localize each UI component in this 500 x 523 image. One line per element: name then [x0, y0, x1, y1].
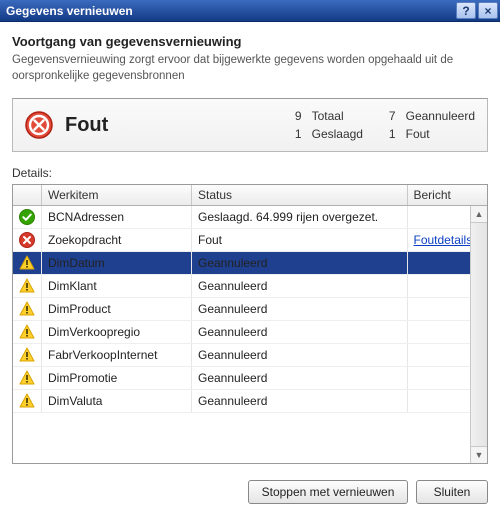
col-message-header[interactable]: Bericht — [407, 185, 487, 206]
scroll-up-arrow[interactable]: ▲ — [471, 206, 487, 223]
stop-refresh-button[interactable]: Stoppen met vernieuwen — [248, 480, 408, 504]
warning-icon — [13, 344, 42, 367]
vertical-scrollbar[interactable]: ▲ ▼ — [470, 206, 487, 463]
details-table: Werkitem Status Bericht BCNAdressenGesla… — [13, 185, 487, 413]
workitem-cell: DimProduct — [42, 298, 192, 321]
workitem-cell: DimPromotie — [42, 367, 192, 390]
table-row[interactable]: DimKlantGeannuleerd — [13, 275, 487, 298]
stat-total-n: 9 — [288, 109, 302, 123]
error-icon — [25, 111, 53, 139]
col-status-header[interactable]: Status — [192, 185, 408, 206]
status-cell: Geslaagd. 64.999 rijen overgezet. — [192, 206, 408, 229]
table-row[interactable]: DimDatumGeannuleerd — [13, 252, 487, 275]
stat-error-label: Fout — [406, 127, 475, 141]
table-row[interactable]: ZoekopdrachtFout Foutdetails — [13, 229, 487, 252]
warning-icon — [13, 275, 42, 298]
stat-cancelled-n: 7 — [382, 109, 396, 123]
summary-status-label: Fout — [65, 114, 108, 137]
workitem-cell: DimDatum — [42, 252, 192, 275]
stat-cancelled-label: Geannuleerd — [406, 109, 475, 123]
details-label: Details: — [12, 166, 488, 180]
status-cell: Geannuleerd — [192, 367, 408, 390]
help-button[interactable]: ? — [456, 2, 476, 19]
workitem-cell: FabrVerkoopInternet — [42, 344, 192, 367]
table-row[interactable]: DimPromotieGeannuleerd — [13, 367, 487, 390]
progress-heading: Voortgang van gegevensvernieuwing — [12, 34, 488, 49]
warning-icon — [13, 367, 42, 390]
status-cell: Fout — [192, 229, 408, 252]
status-cell: Geannuleerd — [192, 275, 408, 298]
dialog-body: Voortgang van gegevensvernieuwing Gegeve… — [0, 22, 500, 516]
table-row[interactable]: DimProductGeannuleerd — [13, 298, 487, 321]
stat-error-n: 1 — [382, 127, 396, 141]
summary-panel: Fout 9 Totaal 7 Geannuleerd 1 Geslaagd 1… — [12, 98, 488, 152]
error-icon — [13, 229, 42, 252]
header-row: Werkitem Status Bericht — [13, 185, 487, 206]
table-row[interactable]: BCNAdressenGeslaagd. 64.999 rijen overge… — [13, 206, 487, 229]
summary-stats: 9 Totaal 7 Geannuleerd 1 Geslaagd 1 Fout — [288, 109, 475, 141]
close-dialog-button[interactable]: Sluiten — [416, 480, 488, 504]
stat-success-n: 1 — [288, 127, 302, 141]
status-cell: Geannuleerd — [192, 252, 408, 275]
table-row[interactable]: DimVerkoopregioGeannuleerd — [13, 321, 487, 344]
warning-icon — [13, 252, 42, 275]
table-row[interactable]: FabrVerkoopInternetGeannuleerd — [13, 344, 487, 367]
title-bar: Gegevens vernieuwen ? × — [0, 0, 500, 22]
warning-icon — [13, 390, 42, 413]
table-row[interactable]: DimValutaGeannuleerd — [13, 390, 487, 413]
col-icon-header[interactable] — [13, 185, 42, 206]
stat-success-label: Geslaagd — [312, 127, 372, 141]
error-details-link[interactable]: Foutdetails — [414, 233, 473, 247]
status-cell: Geannuleerd — [192, 321, 408, 344]
dialog-buttons: Stoppen met vernieuwen Sluiten — [12, 480, 488, 504]
window-title: Gegevens vernieuwen — [6, 4, 454, 18]
progress-description: Gegevensvernieuwing zorgt ervoor dat bij… — [12, 53, 488, 84]
workitem-cell: DimValuta — [42, 390, 192, 413]
warning-icon — [13, 321, 42, 344]
workitem-cell: DimVerkoopregio — [42, 321, 192, 344]
success-icon — [13, 206, 42, 229]
scroll-down-arrow[interactable]: ▼ — [471, 446, 487, 463]
warning-icon — [13, 298, 42, 321]
status-cell: Geannuleerd — [192, 390, 408, 413]
stat-total-label: Totaal — [312, 109, 372, 123]
details-table-container: Werkitem Status Bericht BCNAdressenGesla… — [12, 184, 488, 464]
col-workitem-header[interactable]: Werkitem — [42, 185, 192, 206]
close-button[interactable]: × — [478, 2, 498, 19]
status-cell: Geannuleerd — [192, 298, 408, 321]
status-cell: Geannuleerd — [192, 344, 408, 367]
workitem-cell: BCNAdressen — [42, 206, 192, 229]
workitem-cell: Zoekopdracht — [42, 229, 192, 252]
workitem-cell: DimKlant — [42, 275, 192, 298]
